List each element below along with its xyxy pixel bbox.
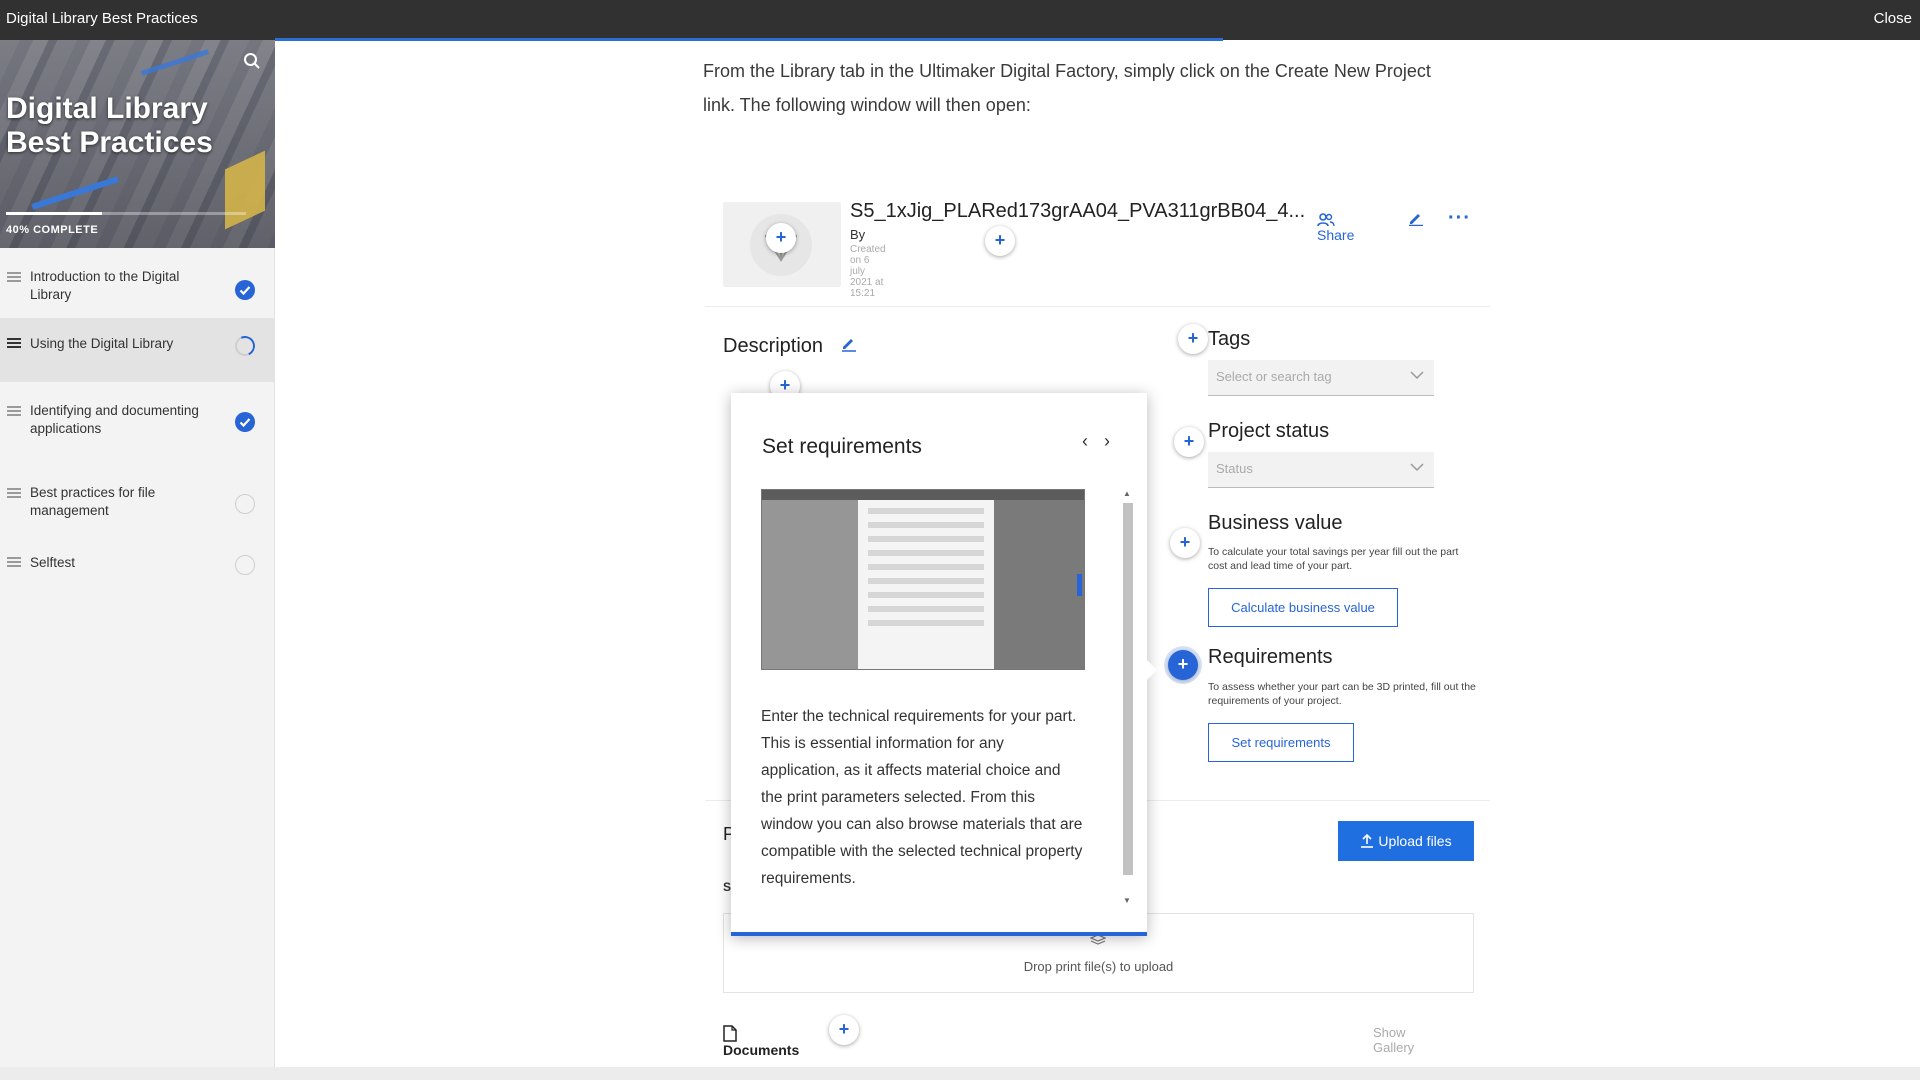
- tags-heading: Tags: [1208, 328, 1251, 350]
- hero-decoration: [225, 150, 265, 230]
- close-button[interactable]: Close: [1874, 10, 1912, 27]
- requirements-description: To assess whether your part can be 3D pr…: [1208, 681, 1476, 707]
- empty-circle-icon: [235, 494, 255, 514]
- lesson-item-introduction[interactable]: Introduction to the Digital Library: [0, 248, 274, 304]
- hotspot-plus-button-active[interactable]: +: [1168, 650, 1198, 680]
- files-subheading: S: [723, 880, 732, 894]
- intro-paragraph: From the Library tab in the Ultimaker Di…: [703, 61, 1431, 115]
- business-value-heading: Business value: [1208, 512, 1343, 534]
- drop-files-text: Drop print file(s) to upload: [1023, 959, 1174, 974]
- documents-section: Documents: [723, 1025, 799, 1058]
- screenshot-highlight: [1077, 574, 1082, 596]
- people-icon: [1317, 213, 1335, 227]
- upload-files-label: Upload files: [1378, 833, 1452, 849]
- documents-label: Documents: [723, 1042, 800, 1058]
- status-placeholder: Status: [1216, 461, 1253, 476]
- hotspot-popup: Set requirements ‹ › Enter the technical…: [731, 393, 1147, 936]
- course-sidebar: Digital Library Best Practices 40% COMPL…: [0, 40, 275, 1067]
- hotspot-plus-button[interactable]: +: [766, 223, 796, 253]
- scroll-down-icon[interactable]: ▼: [1123, 896, 1131, 905]
- lesson-item-file-management[interactable]: Best practices for file management: [0, 464, 274, 544]
- chevron-down-icon: [1410, 463, 1424, 472]
- project-status-select[interactable]: Status: [1208, 452, 1434, 488]
- tags-select[interactable]: Select or search tag: [1208, 360, 1434, 396]
- scrollbar-thumb[interactable]: [1123, 503, 1133, 875]
- share-label: Share: [1317, 227, 1355, 243]
- search-icon[interactable]: [243, 52, 261, 70]
- requirements-screenshot-image: [761, 489, 1085, 670]
- lesson-list: Introduction to the Digital Library Usin…: [0, 248, 274, 604]
- lesson-list-icon: [7, 338, 21, 348]
- course-window-title: Digital Library Best Practices: [6, 10, 198, 27]
- hotspot-plus-button[interactable]: +: [1170, 528, 1200, 558]
- hero-decoration: [140, 49, 210, 76]
- pencil-icon[interactable]: [841, 336, 857, 357]
- calculate-business-value-button[interactable]: Calculate business value: [1208, 588, 1398, 627]
- lesson-label: Selftest: [30, 555, 76, 570]
- screenshot-panel: [762, 500, 858, 669]
- checkmark-icon: [235, 412, 255, 432]
- top-bar: Digital Library Best Practices Close: [0, 0, 1920, 40]
- lesson-label: Using the Digital Library: [30, 336, 174, 351]
- course-progress-label: 40% COMPLETE: [6, 224, 99, 236]
- empty-circle-icon: [235, 555, 255, 575]
- project-author: By: [850, 227, 866, 242]
- pencil-icon[interactable]: [1408, 210, 1424, 231]
- progress-spinner-icon: [232, 333, 258, 359]
- course-progress-bar: [6, 212, 246, 215]
- lesson-list-icon: [7, 557, 21, 567]
- popup-scroll-area[interactable]: Enter the technical requirements for you…: [761, 489, 1133, 905]
- course-title: Digital Library Best Practices: [6, 92, 213, 159]
- chevron-right-icon[interactable]: ›: [1104, 431, 1110, 452]
- bottom-scrollbar: [0, 1067, 1920, 1080]
- set-requirements-button[interactable]: Set requirements: [1208, 723, 1354, 762]
- lesson-list-icon: [7, 272, 21, 282]
- requirements-heading: Requirements: [1208, 646, 1333, 668]
- screenshot-titlebar: [762, 490, 1084, 500]
- lesson-item-selftest[interactable]: Selftest: [0, 544, 274, 604]
- scroll-up-icon[interactable]: ▲: [1123, 489, 1131, 498]
- project-status-heading: Project status: [1208, 420, 1330, 442]
- hotspot-plus-button[interactable]: +: [829, 1015, 859, 1045]
- checkmark-icon: [235, 280, 255, 300]
- project-created-date: Created on 6 july 2021 at 15:21: [850, 244, 886, 299]
- business-value-description: To calculate your total savings per year…: [1208, 546, 1459, 572]
- chevron-down-icon: [1410, 371, 1424, 380]
- screenshot-form: [858, 500, 994, 669]
- chevron-left-icon[interactable]: ‹: [1082, 431, 1088, 452]
- course-progress-fill: [6, 212, 102, 215]
- document-icon: [723, 1025, 737, 1042]
- tags-placeholder: Select or search tag: [1216, 369, 1332, 384]
- show-gallery-link[interactable]: Show Gallery: [1373, 1025, 1414, 1055]
- divider: [705, 306, 1490, 307]
- upload-icon: [1361, 833, 1374, 848]
- lesson-label: Identifying and documenting applications: [30, 403, 199, 436]
- lesson-list-icon: [7, 488, 21, 498]
- description-heading: Description: [723, 335, 824, 357]
- more-options-icon[interactable]: ···: [1448, 207, 1471, 230]
- lesson-item-identifying[interactable]: Identifying and documenting applications: [0, 382, 274, 464]
- popup-scrollbar[interactable]: ▲ ▼: [1121, 489, 1133, 905]
- hotspot-plus-button[interactable]: +: [1174, 427, 1204, 457]
- layers-icon: [1090, 934, 1106, 945]
- lesson-label: Introduction to the Digital Library: [30, 269, 180, 302]
- popup-body-text: Enter the technical requirements for you…: [761, 708, 1083, 887]
- project-title: S5_1xJig_PLARed173grAA04_PVA311grBB04_4.…: [850, 200, 1306, 222]
- lesson-item-using[interactable]: Using the Digital Library: [0, 318, 274, 382]
- hotspot-plus-button[interactable]: +: [985, 226, 1015, 256]
- lesson-list-icon: [7, 406, 21, 416]
- share-button[interactable]: Share: [1317, 211, 1354, 243]
- hotspot-plus-button[interactable]: +: [1178, 324, 1208, 354]
- screenshot-panel: [992, 500, 1084, 669]
- lesson-content: From the Library tab in the Ultimaker Di…: [275, 40, 1920, 1067]
- popup-pointer: [1147, 660, 1157, 680]
- hero-decoration: [31, 176, 119, 210]
- popup-title: Set requirements: [762, 435, 922, 458]
- lesson-label: Best practices for file management: [30, 485, 156, 518]
- course-hero: Digital Library Best Practices 40% COMPL…: [0, 40, 275, 248]
- upload-files-button[interactable]: Upload files: [1338, 821, 1474, 861]
